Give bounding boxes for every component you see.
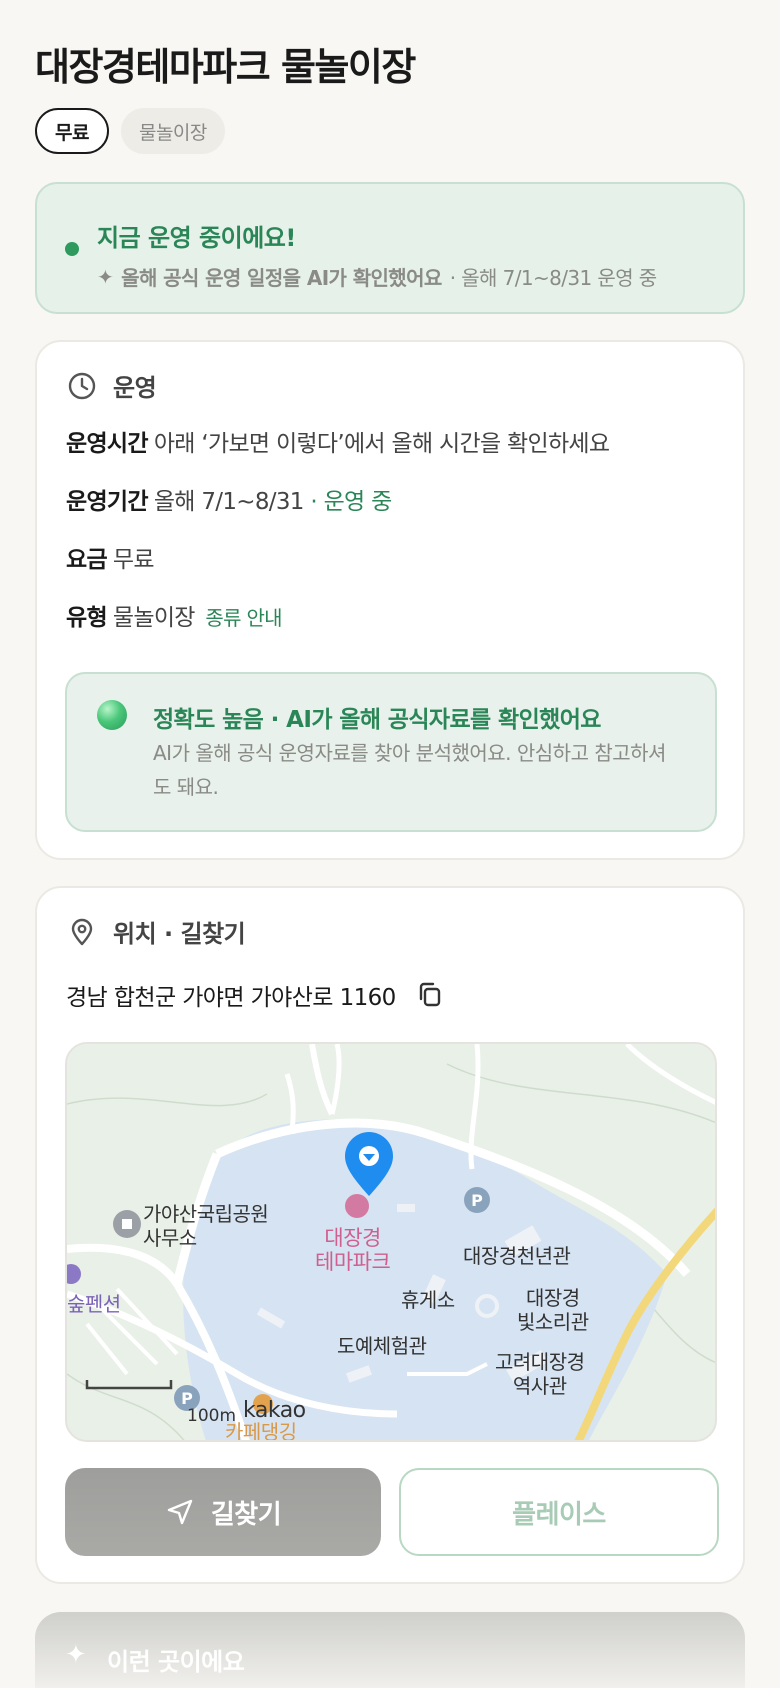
- operation-hours-row: 운영시간 아래 ‘가보면 이렇다’에서 올해 시간을 확인하세요: [66, 424, 610, 458]
- map-label-pottery: 도예체험관: [337, 1334, 427, 1358]
- tag-chips: 무료 물놀이장: [35, 108, 225, 154]
- location-card: 위치 · 길찾기 경남 합천군 가야면 가야산로 1160 P P 가야산국립공…: [35, 886, 745, 1584]
- operation-period-row: 운영기간 올해 7/1~8/31 · 운영 중: [66, 482, 392, 516]
- location-section-header: 위치 · 길찾기: [67, 914, 246, 949]
- open-status-period: · 올해 7/1~8/31 운영 중: [449, 266, 657, 290]
- sparkle-icon: ✦: [97, 264, 114, 289]
- about-card-peek[interactable]: ✦ 이런 곳이에요: [35, 1612, 745, 1688]
- map-scale-label: 100m: [187, 1406, 237, 1426]
- location-pin-icon: [71, 918, 93, 945]
- type-key: 유형: [66, 605, 108, 631]
- ai-orb-icon: [97, 700, 127, 730]
- fee-key: 요금: [66, 547, 108, 573]
- navigation-arrow-icon: [167, 1499, 193, 1525]
- copy-icon[interactable]: [416, 981, 444, 1009]
- chip-category[interactable]: 물놀이장: [120, 108, 225, 154]
- map-label-theme-park: 대장경 테마파크: [315, 1226, 391, 1274]
- map-brand-logo: kakao: [243, 1398, 306, 1423]
- fee-row: 요금 무료: [66, 540, 155, 574]
- address-text: 경남 합천군 가야면 가야산로 1160: [66, 985, 396, 1011]
- sparkle-icon: ✦: [65, 1640, 87, 1670]
- operation-period-status: · 운영 중: [310, 489, 392, 515]
- map-view[interactable]: P P 가야산국립공원사무소 대장경테마파크 대장경천년관 휴게소 대장경: [65, 1042, 717, 1442]
- open-status-ai-note: 올해 공식 운영 일정을 AI가 확인했어요: [121, 266, 442, 290]
- open-status-dot: [65, 242, 79, 256]
- operation-period-key: 운영기간: [66, 489, 149, 515]
- chip-free[interactable]: 무료: [35, 108, 109, 154]
- accuracy-title: 정확도 높음 · AI가 올해 공식자료를 확인했어요: [153, 707, 601, 733]
- open-status-card: 지금 운영 중이에요! ✦ 올해 공식 운영 일정을 AI가 확인했어요 · 올…: [35, 182, 745, 314]
- page-title: 대장경테마파크 물놀이장: [35, 45, 416, 89]
- type-value: 물놀이장: [112, 605, 196, 631]
- about-card-title: 이런 곳이에요: [107, 1648, 245, 1676]
- accuracy-notice: 정확도 높음 · AI가 올해 공식자료를 확인했어요 AI가 올해 공식 운영…: [65, 672, 717, 832]
- directions-button[interactable]: 길찾기: [65, 1468, 381, 1556]
- map-label-history-hall: 고려대장경 역사관: [495, 1350, 585, 1398]
- address-row: 경남 합천군 가야면 가야산로 1160: [66, 978, 444, 1012]
- operation-period-value: 올해 7/1~8/31: [153, 489, 305, 515]
- operation-hours-value: 아래 ‘가보면 이렇다’에서 올해 시간을 확인하세요: [153, 431, 610, 457]
- operation-section-header: 운영: [67, 368, 157, 403]
- directions-button-label: 길찾기: [210, 1499, 282, 1530]
- fee-value: 무료: [112, 547, 155, 573]
- open-status-subtitle: ✦ 올해 공식 운영 일정을 AI가 확인했어요 · 올해 7/1~8/31 운…: [97, 262, 657, 291]
- place-button[interactable]: 플레이스: [399, 1468, 719, 1556]
- type-row: 유형 물놀이장 종류 안내: [66, 598, 283, 632]
- operation-hours-key: 운영시간: [66, 431, 149, 457]
- map-label-sound-hall: 대장경 빛소리관: [517, 1286, 589, 1334]
- svg-text:P: P: [471, 1191, 483, 1210]
- clock-icon: [68, 372, 96, 399]
- map-label-pension: 숲펜션: [67, 1292, 121, 1316]
- map-label-park-office: 가야산국립공원 사무소: [143, 1202, 269, 1250]
- operation-card: 운영 운영시간 아래 ‘가보면 이렇다’에서 올해 시간을 확인하세요 운영기간 올…: [35, 340, 745, 860]
- place-button-label: 플레이스: [512, 1499, 606, 1530]
- operation-section-label: 운영: [113, 374, 157, 402]
- place-detail-page: 대장경테마파크 물놀이장 무료 물놀이장 지금 운영 중이에요! ✦ 올해 공식…: [0, 0, 780, 1688]
- open-status-title: 지금 운영 중이에요!: [97, 224, 296, 252]
- map-label-rest-area: 휴게소: [401, 1288, 455, 1312]
- map-label-hall-1000: 대장경천년관: [463, 1244, 571, 1268]
- type-guide-link[interactable]: 종류 안내: [205, 606, 282, 630]
- accuracy-body: AI가 올해 공식 운영자료를 찾아 분석했어요. 안심하고 참고하셔도 돼요.: [153, 741, 666, 799]
- location-section-label: 위치 · 길찾기: [113, 920, 246, 948]
